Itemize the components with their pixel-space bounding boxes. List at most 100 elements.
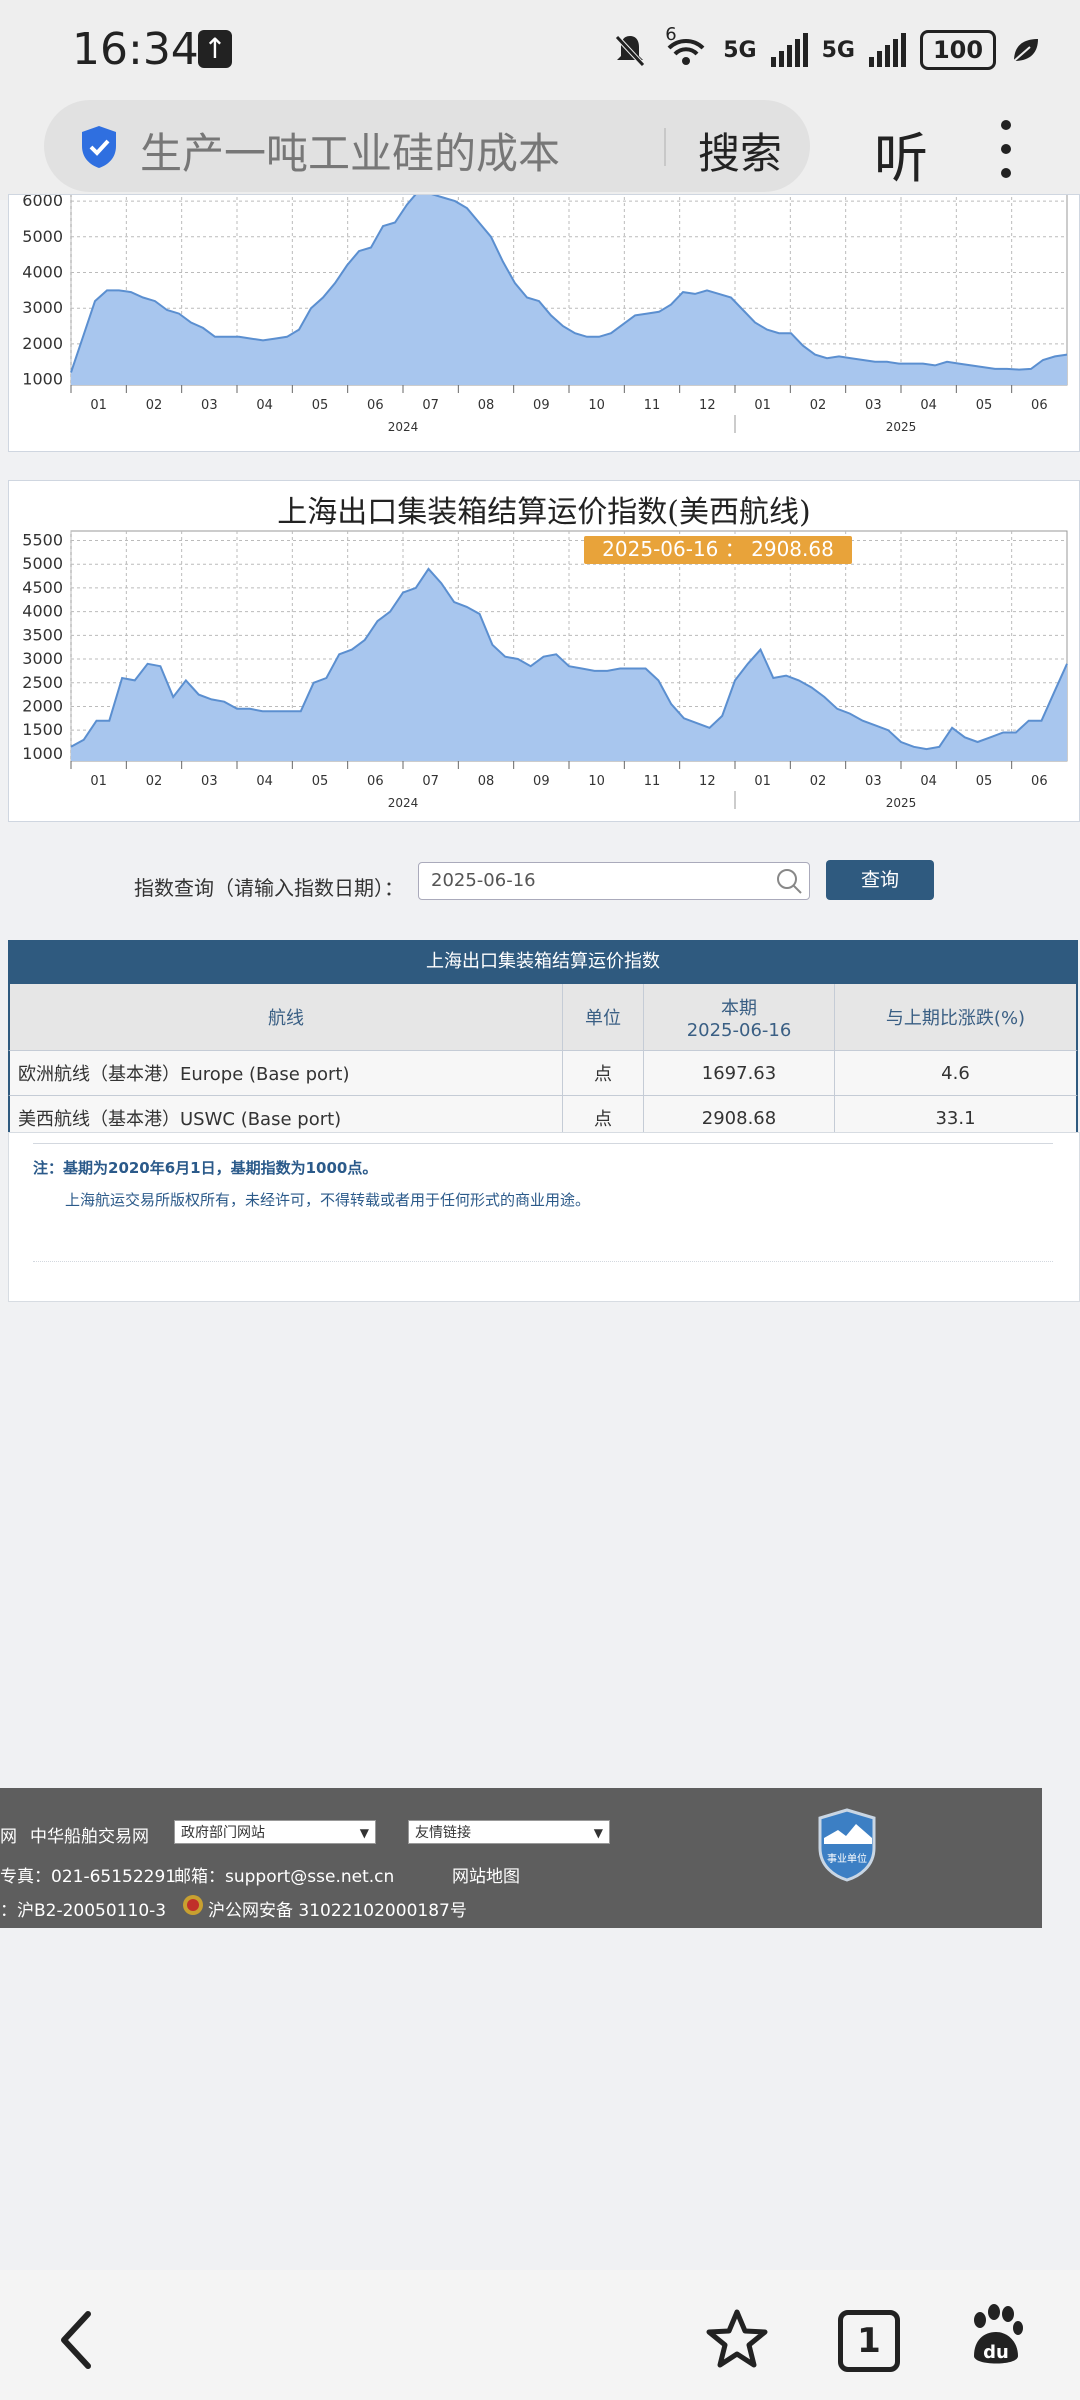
gov-sites-select-value: 政府部门网站 [181, 1825, 265, 1841]
svg-text:du: du [983, 2342, 1009, 2363]
site-footer: 网 中华船舶交易网 政府部门网站 ▼ 友情链接 ▼ 专真：021-65152291 … [0, 1788, 1042, 1928]
y-tick-label: 2000 [22, 334, 63, 353]
x-tick-label: 11 [644, 774, 661, 789]
index-query-row: 指数查询（请输入指数日期）： 2025-06-16 查询 [0, 860, 1080, 920]
y-tick-label: 4500 [22, 578, 63, 597]
police-emblem-icon [183, 1895, 203, 1915]
year-label: 2024 [388, 420, 419, 434]
footer-police-record[interactable]: 沪公网安备 31022102000187号 [208, 1896, 467, 1921]
chart-europe: 1000 2000 3000 4000 5000 6000 01 02 03 04 05 06 07 08… [8, 184, 1080, 452]
row-change: 4.6 [941, 1062, 970, 1084]
query-button[interactable]: 查询 [826, 860, 934, 900]
signal-label-2: 5G [821, 37, 855, 63]
star-bookmark-icon[interactable] [706, 2308, 768, 2370]
friend-links-select[interactable]: 友情链接 ▼ [408, 1820, 610, 1844]
search-button[interactable]: 搜索 [698, 120, 782, 181]
date-input[interactable]: 2025-06-16 [418, 862, 810, 900]
battery-icon: 100 [920, 30, 996, 70]
signal-icon-2 [869, 33, 906, 67]
x-tick-label: 08 [478, 398, 495, 413]
x-tick-label: 06 [367, 774, 384, 789]
footer-fax: 专真：021-65152291 [0, 1867, 177, 1887]
x-tick-label: 07 [422, 774, 439, 789]
x-tick-label: 02 [810, 774, 827, 789]
header-route: 航线 [10, 984, 563, 1050]
x-tick-label: 04 [920, 774, 937, 789]
y-tick-label: 3000 [22, 649, 63, 668]
listen-button[interactable]: 听 [874, 114, 928, 193]
table-header-row: 航线 单位 本期 2025-06-16 与上期比涨跌(%) [8, 984, 1078, 1051]
chevron-down-icon: ▼ [359, 1826, 369, 1840]
status-bar: 16:34 ↑ 6 5G 5G 100 [0, 0, 1080, 100]
tooltip-text: 2025-06-16 ： 2908.68 [602, 537, 834, 561]
x-tick-label: 02 [810, 398, 827, 413]
friend-links-select-value: 友情链接 [415, 1825, 471, 1841]
header-change: 与上期比涨跌(%) [885, 1008, 1026, 1029]
wifi-icon: 6 [663, 24, 709, 70]
search-divider [664, 128, 666, 166]
chart-europe-svg: 1000 2000 3000 4000 5000 6000 01 02 03 04 05 06 07 08… [22, 184, 1068, 434]
x-tick-label: 03 [201, 774, 218, 789]
footer-icp[interactable]: ：沪B2-20050110-3 [0, 1896, 166, 1921]
y-tick-label: 4000 [22, 602, 63, 621]
y-tick-label: 5500 [22, 530, 63, 549]
header-current-label: 本期 [721, 997, 757, 1019]
y-tick-label: 5000 [22, 227, 63, 246]
tabs-count-icon[interactable]: 1 [838, 2310, 900, 2372]
row-route: 欧洲航线（基本港）Europe (Base port) [10, 1051, 563, 1095]
x-tick-label: 03 [201, 398, 218, 413]
x-tick-label: 08 [478, 774, 495, 789]
status-time: 16:34 [72, 24, 199, 75]
footer-email[interactable]: 邮箱：support@sse.net.cn [174, 1862, 394, 1887]
x-tick-label: 06 [1031, 398, 1048, 413]
more-menu-icon[interactable] [998, 120, 1014, 192]
signal-icon [770, 33, 808, 67]
x-tick-label: 02 [146, 774, 163, 789]
chart-uswc: 上海出口集装箱结算运价指数(美西航线) 1000 1500 2000 2500 3000… [8, 480, 1080, 822]
x-tick-label: 11 [644, 398, 661, 413]
notes-box: 注：基期为2020年6月1日，基期指数为1000点。 上海航运交易所版权所有，未… [8, 1132, 1080, 1302]
leaf-icon [1013, 39, 1038, 62]
table-row: 欧洲航线（基本港）Europe (Base port) 点 1697.63 4.… [8, 1051, 1078, 1096]
gov-sites-select[interactable]: 政府部门网站 ▼ [174, 1820, 376, 1844]
search-icon[interactable] [775, 867, 803, 895]
header-current: 本期 2025-06-16 [644, 984, 835, 1050]
x-tick-label: 01 [754, 398, 771, 413]
x-tick-label: 04 [256, 398, 273, 413]
x-tick-label: 01 [90, 398, 107, 413]
chart-tooltip: 2025-06-16 ： 2908.68 [584, 536, 852, 564]
y-tick-label: 1000 [22, 370, 63, 389]
note-base-period: 注：基期为2020年6月1日，基期指数为1000点。 [33, 1159, 378, 1177]
badge-text: 事业单位 [827, 1852, 867, 1865]
search-bar[interactable]: 生产一吨工业硅的成本 搜索 [44, 100, 810, 192]
x-tick-label: 03 [865, 398, 882, 413]
year-label: 2025 [886, 420, 917, 434]
x-tick-label: 03 [865, 774, 882, 789]
row-unit: 点 [563, 1051, 644, 1095]
wifi-label: 6 [665, 24, 677, 45]
header-unit: 单位 [563, 984, 644, 1050]
date-input-value[interactable]: 2025-06-16 [431, 870, 536, 891]
x-tick-label: 04 [256, 774, 273, 789]
institution-badge-icon[interactable]: 事业单位 [816, 1808, 878, 1882]
footer-link-ship-exchange[interactable]: 中华船舶交易网 [30, 1822, 149, 1847]
row-value: 1697.63 [644, 1051, 835, 1095]
x-tick-label: 02 [146, 398, 163, 413]
y-tick-label: 1500 [22, 720, 63, 739]
x-tick-label: 01 [754, 774, 771, 789]
footer-link-partial[interactable]: 网 [0, 1822, 17, 1847]
y-tick-label: 4000 [22, 263, 63, 282]
x-tick-label: 12 [699, 774, 716, 789]
search-query-text[interactable]: 生产一吨工业硅的成本 [140, 120, 560, 181]
back-icon[interactable] [56, 2310, 96, 2370]
x-tick-label: 05 [312, 774, 329, 789]
chart-uswc-svg[interactable]: 1000 1500 2000 2500 3000 3500 4000 4500 5000 5500… [9, 481, 1079, 821]
x-tick-label: 12 [699, 398, 716, 413]
footer-sitemap[interactable]: 网站地图 [452, 1862, 520, 1887]
x-tick-label: 06 [367, 398, 384, 413]
baidu-paw-icon[interactable]: du [968, 2304, 1024, 2368]
y-tick-label: 3500 [22, 625, 63, 644]
browser-top-bar: 生产一吨工业硅的成本 搜索 听 [0, 100, 1080, 200]
y-tick-label: 6000 [22, 195, 63, 210]
page-content: 1000 2000 3000 4000 5000 6000 01 02 03 04 05 06 07 08… [0, 184, 1080, 2270]
